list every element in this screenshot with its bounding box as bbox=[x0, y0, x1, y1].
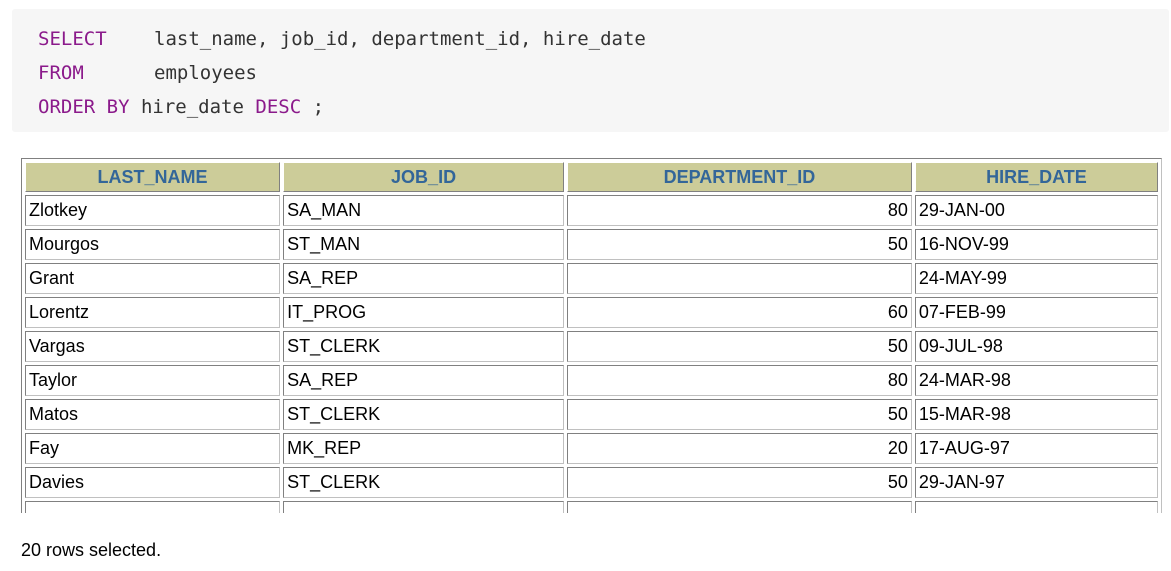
sql-text: last_name, job_id, department_id, hire_d… bbox=[154, 28, 646, 50]
cell-department-id: 80 bbox=[567, 365, 912, 396]
results-table: LAST_NAME JOB_ID DEPARTMENT_ID HIRE_DATE… bbox=[22, 159, 1161, 513]
sql-keyword: FROM bbox=[38, 62, 84, 84]
cell-hire-date: 24-MAR-98 bbox=[914, 365, 1158, 396]
cell-department-id: 80 bbox=[567, 195, 912, 226]
sql-terminator: ; bbox=[301, 96, 325, 118]
column-header-job-id: JOB_ID bbox=[283, 162, 565, 192]
results-table-container: LAST_NAME JOB_ID DEPARTMENT_ID HIRE_DATE… bbox=[21, 158, 1162, 513]
cell-job-id: SA_REP bbox=[283, 263, 565, 294]
cell-hire-date: 07-FEB-99 bbox=[914, 297, 1158, 328]
sql-line-order-by: ORDER BY hire_date DESC ; bbox=[38, 90, 1169, 124]
column-header-hire-date: HIRE_DATE bbox=[914, 162, 1158, 192]
cell-department-id: 50 bbox=[567, 399, 912, 430]
cell-department-id bbox=[567, 501, 912, 513]
table-header-row: LAST_NAME JOB_ID DEPARTMENT_ID HIRE_DATE bbox=[25, 162, 1158, 192]
cell-job-id: SA_REP bbox=[283, 365, 565, 396]
table-row: Davies ST_CLERK 50 29-JAN-97 bbox=[25, 467, 1158, 498]
column-header-department-id: DEPARTMENT_ID bbox=[567, 162, 912, 192]
cell-hire-date: 09-JUL-98 bbox=[914, 331, 1158, 362]
cell-department-id: 20 bbox=[567, 433, 912, 464]
cell-job-id bbox=[283, 501, 565, 513]
cell-last-name: Mourgos bbox=[25, 229, 281, 260]
cell-hire-date: 24-MAY-99 bbox=[914, 263, 1158, 294]
sql-keyword: SELECT bbox=[38, 28, 107, 50]
table-row: Vargas ST_CLERK 50 09-JUL-98 bbox=[25, 331, 1158, 362]
cell-job-id: MK_REP bbox=[283, 433, 565, 464]
table-row: Lorentz IT_PROG 60 07-FEB-99 bbox=[25, 297, 1158, 328]
cell-job-id: ST_CLERK bbox=[283, 467, 565, 498]
cell-last-name: Davies bbox=[25, 467, 281, 498]
cell-department-id bbox=[567, 263, 912, 294]
table-row: Mourgos ST_MAN 50 16-NOV-99 bbox=[25, 229, 1158, 260]
sql-line-select: SELECT last_name, job_id, department_id, … bbox=[38, 22, 1169, 56]
cell-department-id: 60 bbox=[567, 297, 912, 328]
cell-hire-date: 15-MAR-98 bbox=[914, 399, 1158, 430]
cell-hire-date: 17-AUG-97 bbox=[914, 433, 1158, 464]
cell-hire-date: 16-NOV-99 bbox=[914, 229, 1158, 260]
cell-department-id: 50 bbox=[567, 331, 912, 362]
sql-line-from: FROM employees bbox=[38, 56, 1169, 90]
cell-last-name: Fay bbox=[25, 433, 281, 464]
cell-hire-date bbox=[914, 501, 1158, 513]
sql-keyword-desc: DESC bbox=[255, 96, 302, 118]
cell-last-name: Grant bbox=[25, 263, 281, 294]
cell-hire-date: 29-JAN-00 bbox=[914, 195, 1158, 226]
cell-department-id: 50 bbox=[567, 467, 912, 498]
table-row: Taylor SA_REP 80 24-MAR-98 bbox=[25, 365, 1158, 396]
cell-last-name: Vargas bbox=[25, 331, 281, 362]
cell-hire-date: 29-JAN-97 bbox=[914, 467, 1158, 498]
cell-job-id: ST_CLERK bbox=[283, 331, 565, 362]
sql-text: employees bbox=[154, 62, 257, 84]
cell-last-name: Zlotkey bbox=[25, 195, 281, 226]
sql-text: hire_date bbox=[140, 96, 244, 118]
table-row: Matos ST_CLERK 50 15-MAR-98 bbox=[25, 399, 1158, 430]
cell-job-id: SA_MAN bbox=[283, 195, 565, 226]
cell-job-id: IT_PROG bbox=[283, 297, 565, 328]
cell-department-id: 50 bbox=[567, 229, 912, 260]
cell-last-name: Lorentz bbox=[25, 297, 281, 328]
sql-code-block: SELECT last_name, job_id, department_id, … bbox=[12, 9, 1169, 132]
table-row: Fay MK_REP 20 17-AUG-97 bbox=[25, 433, 1158, 464]
table-row: Grant SA_REP 24-MAY-99 bbox=[25, 263, 1158, 294]
cell-last-name bbox=[25, 501, 281, 513]
cell-last-name: Taylor bbox=[25, 365, 281, 396]
cell-last-name: Matos bbox=[25, 399, 281, 430]
column-header-last-name: LAST_NAME bbox=[25, 162, 281, 192]
rows-selected-status: 20 rows selected. bbox=[21, 540, 162, 560]
cell-job-id: ST_CLERK bbox=[283, 399, 565, 430]
sql-keyword: ORDER BY bbox=[38, 96, 130, 118]
cell-job-id: ST_MAN bbox=[283, 229, 565, 260]
table-row bbox=[25, 501, 1158, 513]
table-row: Zlotkey SA_MAN 80 29-JAN-00 bbox=[25, 195, 1158, 226]
